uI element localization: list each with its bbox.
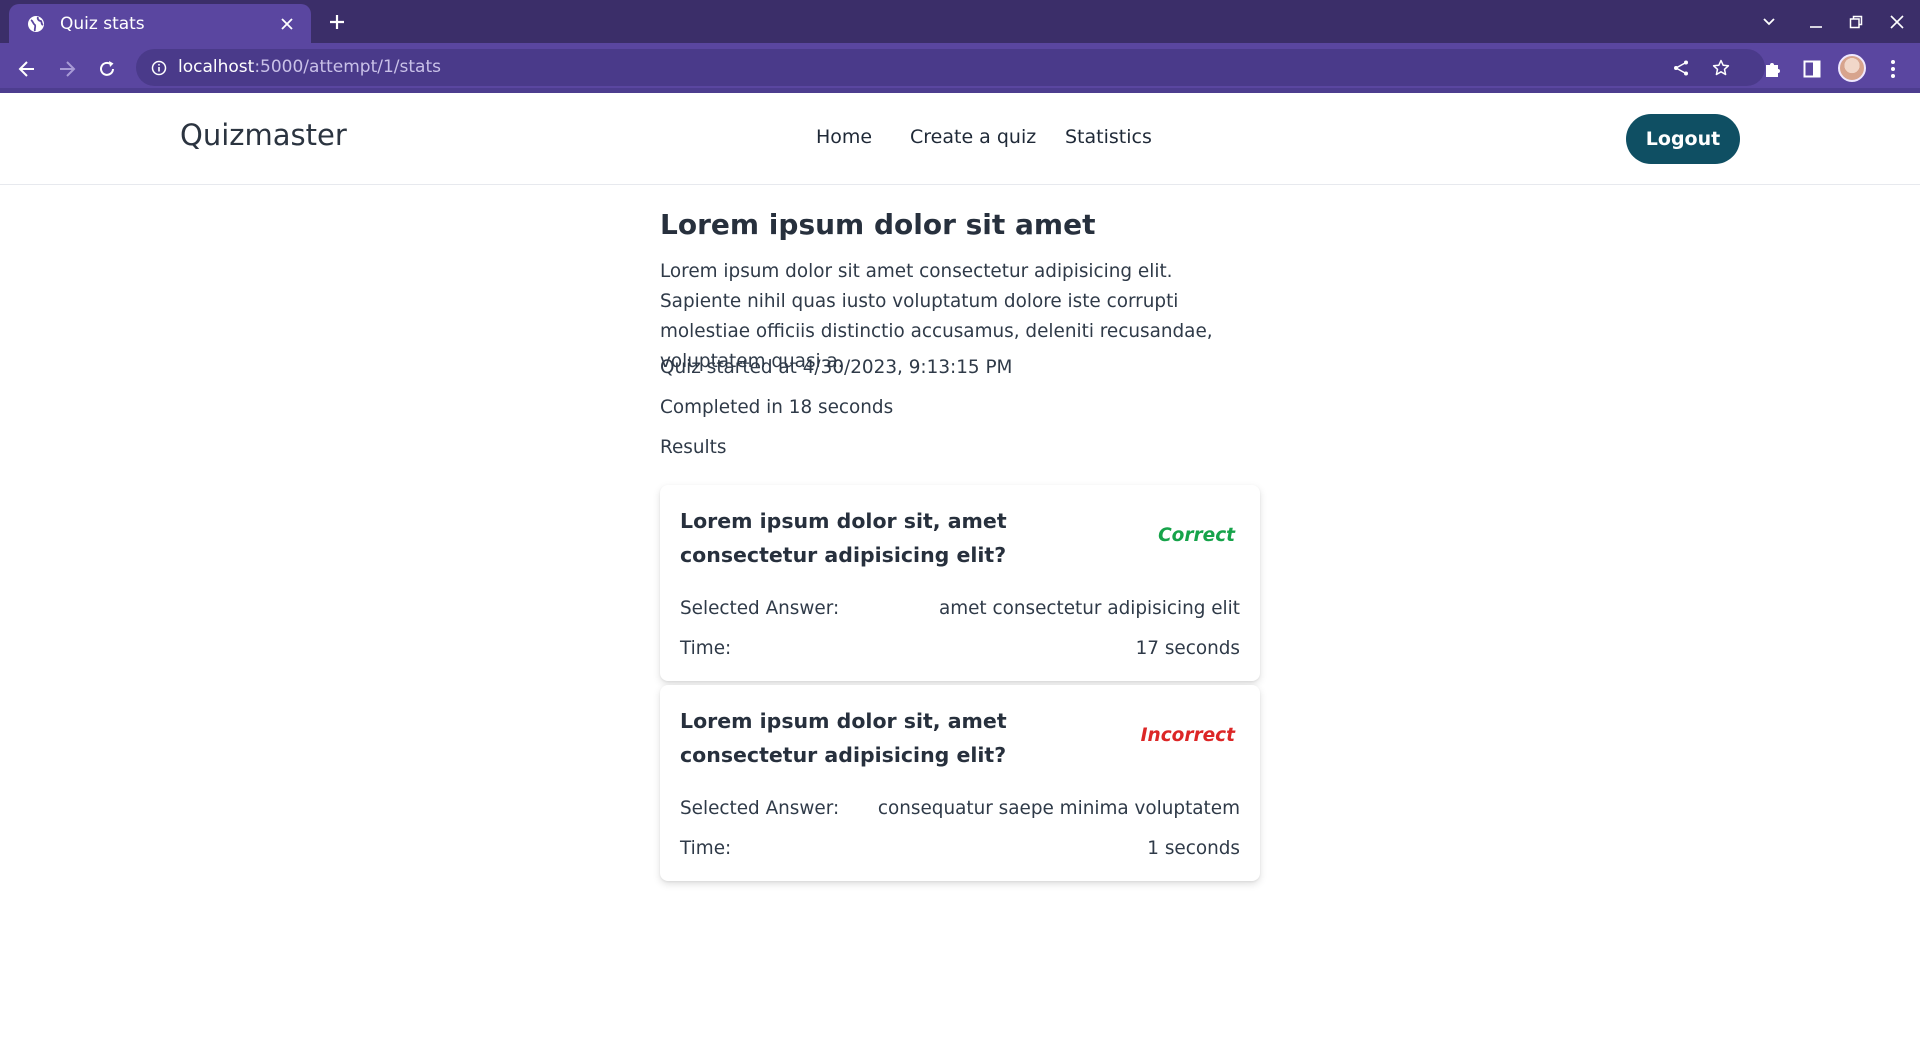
site-navbar: Quizmaster Home Create a quiz Statistics… — [0, 98, 1920, 185]
share-icon[interactable] — [1670, 57, 1692, 79]
question-text: Lorem ipsum dolor sit, amet consectetur … — [680, 709, 1007, 767]
time-label: Time: — [680, 838, 732, 859]
browser-tab-active[interactable]: Quiz stats — [9, 4, 311, 43]
quiz-title: Lorem ipsum dolor sit amet — [660, 208, 1096, 241]
question-text: Lorem ipsum dolor sit, amet consectetur … — [680, 509, 1007, 567]
time-label: Time: — [680, 638, 732, 659]
time-value: 17 seconds — [1135, 638, 1240, 659]
browser-tabstrip: Quiz stats — [0, 0, 1920, 43]
plus-icon[interactable] — [323, 10, 351, 34]
quiz-started-at: Quiz started at 4/30/2023, 9:13:15 PM — [660, 357, 1013, 378]
nav-link-home[interactable]: Home — [816, 126, 872, 148]
forward-arrow-icon[interactable] — [53, 55, 81, 83]
restore-icon[interactable] — [1843, 9, 1869, 35]
quiz-completed-in: Completed in 18 seconds — [660, 397, 894, 418]
nav-link-statistics[interactable]: Statistics — [1065, 126, 1152, 148]
verdict-badge: Correct — [1158, 525, 1235, 546]
selected-answer-label: Selected Answer: — [680, 798, 840, 819]
side-panel-icon[interactable] — [1798, 55, 1826, 83]
verdict-badge: Incorrect — [1140, 725, 1235, 746]
minimize-icon[interactable] — [1803, 9, 1829, 35]
more-vert-icon[interactable] — [1879, 55, 1907, 83]
result-card: Lorem ipsum dolor sit, amet consectetur … — [660, 485, 1260, 681]
chevron-down-icon[interactable] — [1756, 9, 1782, 35]
time-value: 1 seconds — [1147, 838, 1240, 859]
back-arrow-icon[interactable] — [13, 55, 41, 83]
avatar[interactable] — [1838, 54, 1866, 82]
selected-answer-value: consequatur saepe minima voluptatem — [877, 798, 1240, 819]
url-text: localhost:5000/attempt/1/stats — [178, 57, 441, 77]
selected-answer-label: Selected Answer: — [680, 598, 840, 619]
url-path: :5000/attempt/1/stats — [254, 57, 441, 77]
window-close-icon[interactable] — [1884, 9, 1910, 35]
tab-title: Quiz stats — [60, 13, 145, 34]
globe-icon — [26, 14, 46, 34]
browser-toolbar: localhost:5000/attempt/1/stats — [0, 43, 1920, 93]
close-icon[interactable] — [277, 14, 297, 34]
info-icon[interactable] — [149, 58, 169, 78]
star-icon[interactable] — [1710, 57, 1732, 79]
address-bar[interactable]: localhost:5000/attempt/1/stats — [136, 49, 1765, 86]
nav-link-create-quiz[interactable]: Create a quiz — [910, 126, 1036, 148]
puzzle-icon[interactable] — [1759, 55, 1787, 83]
selected-answer-value: amet consectetur adipisicing elit — [938, 598, 1240, 619]
url-host: localhost — [178, 57, 255, 77]
brand-logo[interactable]: Quizmaster — [180, 118, 347, 152]
results-heading: Results — [660, 437, 727, 458]
reload-icon[interactable] — [93, 55, 121, 83]
logout-button[interactable]: Logout — [1626, 114, 1740, 164]
result-card: Lorem ipsum dolor sit, amet consectetur … — [660, 685, 1260, 881]
